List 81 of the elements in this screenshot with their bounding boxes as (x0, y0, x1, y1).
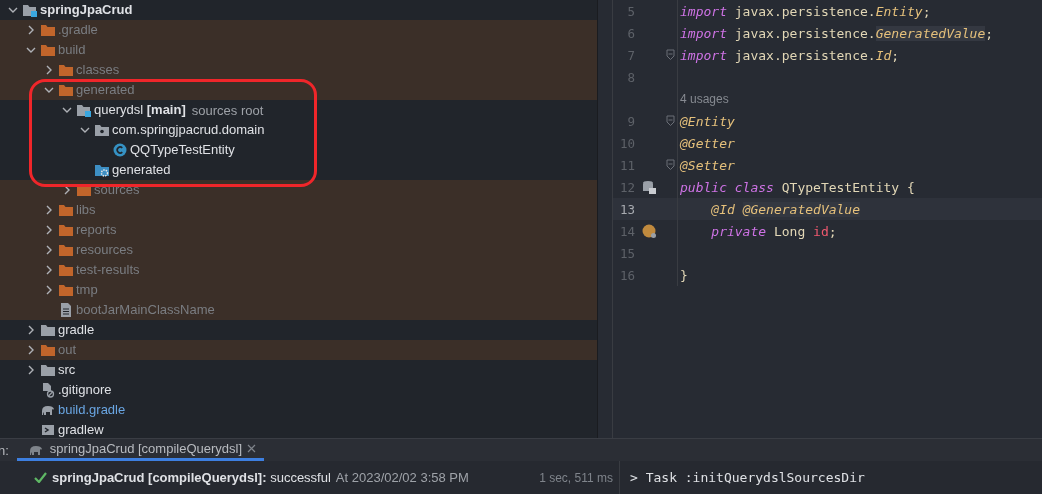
tree-item[interactable]: build.gradle (58, 403, 126, 417)
ignored-file-icon (40, 382, 56, 398)
tree-item[interactable]: springJpaCrud (40, 3, 133, 17)
line-number: 13 (618, 201, 635, 217)
tree-item[interactable]: .gradle (58, 23, 98, 37)
folder-icon (40, 342, 56, 358)
folder-icon (58, 62, 74, 78)
chevron-icon[interactable] (26, 25, 36, 35)
chevron-icon[interactable] (44, 285, 54, 295)
tree-item[interactable]: generated (76, 83, 135, 97)
code-line: public class QTypeTestEntity { (679, 179, 915, 195)
build-time: At 2023/02/02 3:58 PM (335, 470, 469, 485)
tree-item[interactable]: out (58, 343, 77, 357)
chevron-icon[interactable] (44, 225, 54, 235)
chevron-icon[interactable] (62, 105, 72, 115)
module-folder-icon (76, 102, 92, 118)
code-line: @Setter (679, 157, 735, 173)
chevron-icon[interactable] (26, 45, 36, 55)
code-line: import javax.persistence.Id; (679, 47, 900, 63)
tree-item[interactable]: src (58, 363, 76, 377)
check-icon (34, 472, 47, 483)
tree-item[interactable]: gradlew (58, 423, 104, 437)
chevron-icon[interactable] (26, 365, 36, 375)
folder-icon (58, 282, 74, 298)
tree-item[interactable]: gradle (58, 323, 95, 337)
module-folder-icon (22, 2, 38, 18)
package-icon (94, 122, 110, 138)
folder-icon (58, 202, 74, 218)
tree-item[interactable]: reports (76, 223, 117, 237)
chevron-icon[interactable] (44, 85, 54, 95)
console-output: > Task :initQuerydslSourcesDir (630, 470, 865, 485)
folder-icon (58, 222, 74, 238)
code-line: @Entity (679, 113, 735, 129)
code-line: @Id @GeneratedValue (710, 201, 861, 217)
code-line: @Getter (679, 135, 735, 151)
chevron-icon[interactable] (80, 125, 90, 135)
tree-item[interactable]: .gitignore (58, 383, 112, 397)
folder-icon (58, 262, 74, 278)
tree-item[interactable]: bootJarMainClassName (76, 303, 215, 317)
text-file-icon (58, 302, 74, 318)
folder-icon (40, 22, 56, 38)
chevron-icon[interactable] (44, 65, 54, 75)
folder-icon (58, 82, 74, 98)
tree-item[interactable]: test-results (76, 263, 140, 277)
generated-folder-icon (94, 162, 110, 178)
chevron-icon[interactable] (26, 325, 36, 335)
tree-item[interactable]: QQTypeTestEntity (130, 143, 235, 157)
fold-icon[interactable] (665, 49, 675, 61)
chevron-icon[interactable] (8, 5, 18, 15)
build-duration: 1 sec, 511 ms (539, 470, 614, 485)
chevron-icon[interactable] (26, 345, 36, 355)
folder-icon (40, 362, 56, 378)
tree-item[interactable]: libs (76, 203, 96, 217)
code-line: import javax.persistence.Entity; (679, 3, 931, 19)
tree-item[interactable]: classes (76, 63, 120, 77)
code-line: private Long id; (710, 223, 837, 239)
tree-item[interactable]: com.springjpacrud.domain (112, 123, 265, 137)
tree-item[interactable]: querydsl [main] (94, 103, 186, 117)
fold-icon[interactable] (665, 115, 675, 127)
tree-item[interactable]: tmp (76, 283, 98, 297)
tree-item-hint: sources root (191, 102, 264, 118)
chevron-icon[interactable] (62, 185, 72, 195)
folder-icon (40, 322, 56, 338)
usages-hint[interactable]: 4 usages (678, 92, 729, 106)
database-icon[interactable] (642, 180, 656, 194)
code-line: import javax.persistence.GeneratedValue; (679, 25, 994, 41)
folder-icon (40, 42, 56, 58)
folder-icon (58, 242, 74, 258)
chevron-icon[interactable] (44, 265, 54, 275)
chevron-icon[interactable] (44, 205, 54, 215)
tree-item[interactable]: sources (94, 183, 140, 197)
tree-item[interactable]: resources (76, 243, 134, 257)
tree-item[interactable]: generated (112, 163, 171, 177)
class-icon (112, 142, 128, 158)
tree-item[interactable]: build (58, 43, 86, 57)
build-result[interactable]: springJpaCrud [compileQuerydsl]: successful (52, 470, 331, 485)
bean-icon[interactable] (641, 223, 657, 239)
code-line: } (679, 267, 688, 283)
close-icon[interactable] (247, 444, 257, 453)
fold-icon[interactable] (665, 159, 675, 171)
chevron-icon[interactable] (44, 245, 54, 255)
